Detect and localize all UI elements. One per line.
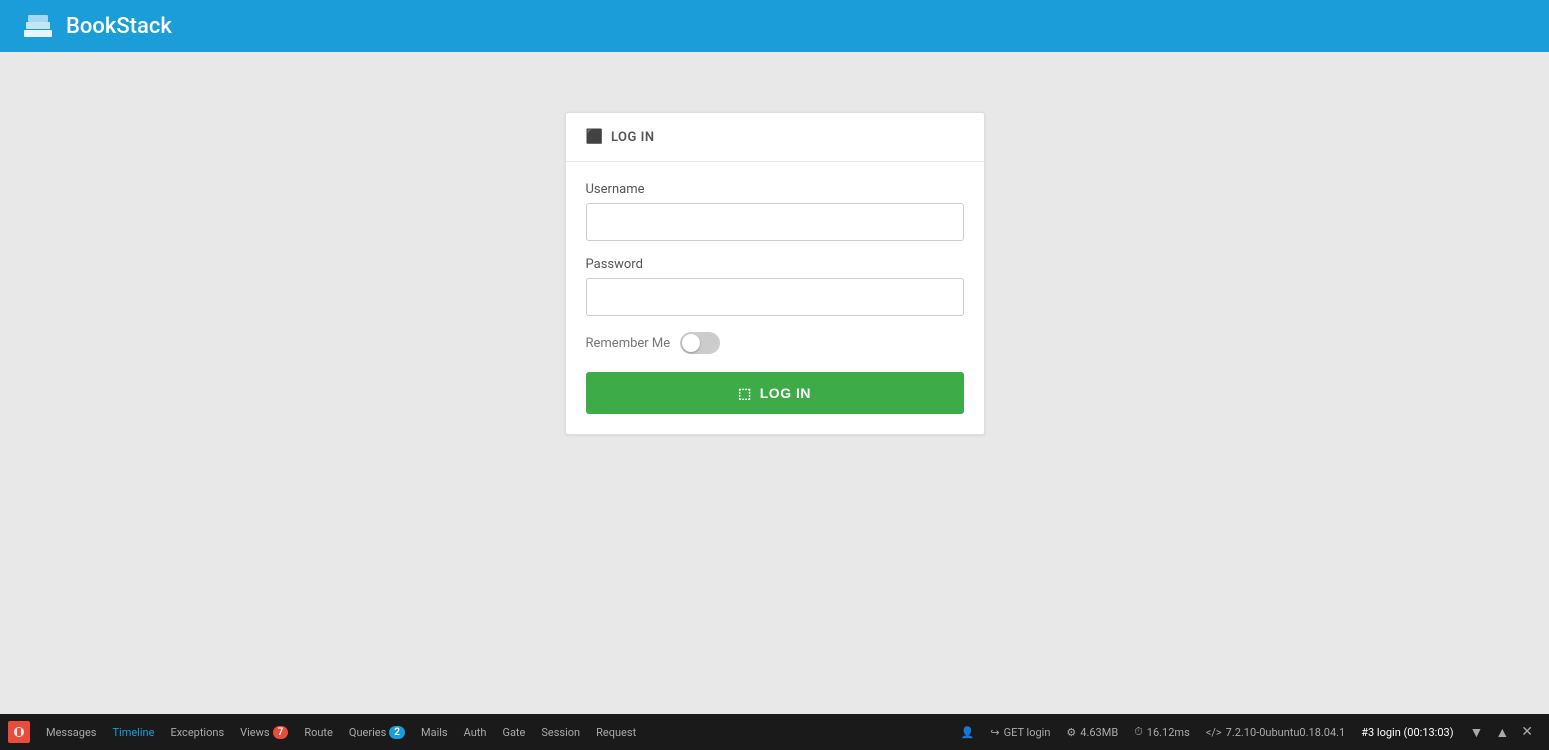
login-card-header: ⬛ LOG IN [566, 113, 984, 162]
debug-mails[interactable]: Mails [413, 714, 456, 750]
debug-php-icon: </> [1206, 726, 1222, 739]
app-title: BookStack [66, 14, 172, 39]
login-button[interactable]: ⬚ LOG IN [586, 372, 964, 414]
debug-clock-icon: ⏱ [1134, 725, 1143, 739]
main-content: ⬛ LOG IN Username Password Remember Me ⬚ [0, 52, 1549, 714]
debug-user-icon: 👤 [961, 726, 975, 739]
debug-memory-value: 4.63MB [1080, 726, 1118, 739]
debug-session-info: #3 login (00:13:03) [1353, 714, 1461, 750]
debug-logo-icon [12, 725, 26, 739]
debug-route-arrow-icon: ↪ [990, 726, 999, 739]
views-badge: 7 [273, 726, 289, 739]
debug-right-section: 👤 ↪ GET login ⚙ 4.63MB ⏱ 16.12ms </> 7.2… [953, 714, 1541, 750]
debug-time: ⏱ 16.12ms [1126, 714, 1198, 750]
queries-badge: 2 [389, 726, 405, 739]
debug-auth[interactable]: Auth [456, 714, 495, 750]
remember-me-toggle[interactable] [680, 332, 720, 354]
debug-php: </> 7.2.10-0ubuntu0.18.04.1 [1198, 714, 1353, 750]
debug-close-button[interactable]: ✕ [1517, 722, 1537, 742]
password-input[interactable] [586, 278, 964, 316]
debug-gate[interactable]: Gate [494, 714, 533, 750]
debug-php-value: 7.2.10-0ubuntu0.18.04.1 [1226, 726, 1346, 739]
login-door-icon: ⬛ [586, 129, 603, 145]
debug-exceptions[interactable]: Exceptions [162, 714, 232, 750]
login-button-label: LOG IN [760, 385, 811, 401]
debug-time-value: 16.12ms [1147, 726, 1190, 739]
debug-queries[interactable]: Queries 2 [341, 714, 413, 750]
toggle-slider [680, 332, 720, 354]
username-group: Username [586, 182, 964, 241]
debug-route[interactable]: Route [296, 714, 341, 750]
password-group: Password [586, 257, 964, 316]
debug-request[interactable]: Request [588, 714, 644, 750]
password-label: Password [586, 257, 964, 272]
login-card-body: Username Password Remember Me ⬚ LOG IN [566, 162, 984, 434]
debug-session-value: #3 login (00:13:03) [1361, 726, 1453, 739]
debug-get-route: ↪ GET login [982, 714, 1058, 750]
debug-session[interactable]: Session [533, 714, 588, 750]
debug-minimize-button[interactable]: ▼ [1466, 722, 1488, 743]
remember-me-label: Remember Me [586, 336, 671, 351]
debug-action-buttons: ▼ ▲ ✕ [1462, 722, 1541, 743]
debug-bar-logo [8, 721, 30, 743]
debug-bar: Messages Timeline Exceptions Views 7 Rou… [0, 714, 1549, 750]
login-button-icon: ⬚ [738, 385, 752, 402]
login-card: ⬛ LOG IN Username Password Remember Me ⬚ [565, 112, 985, 435]
debug-views[interactable]: Views 7 [232, 714, 296, 750]
username-label: Username [586, 182, 964, 197]
debug-get-route-value: GET login [1004, 726, 1051, 739]
debug-memory-icon: ⚙ [1066, 726, 1076, 739]
remember-me-row: Remember Me [586, 332, 964, 354]
username-input[interactable] [586, 203, 964, 241]
debug-messages[interactable]: Messages [38, 714, 104, 750]
logo-container: BookStack [20, 8, 172, 44]
debug-expand-button[interactable]: ▲ [1491, 722, 1513, 743]
debug-user-icon-item: 👤 [953, 714, 983, 750]
debug-timeline[interactable]: Timeline [104, 714, 162, 750]
app-header: BookStack [0, 0, 1549, 52]
login-card-title: LOG IN [611, 130, 655, 145]
bookstack-logo-icon [20, 8, 56, 44]
debug-memory: ⚙ 4.63MB [1058, 714, 1126, 750]
